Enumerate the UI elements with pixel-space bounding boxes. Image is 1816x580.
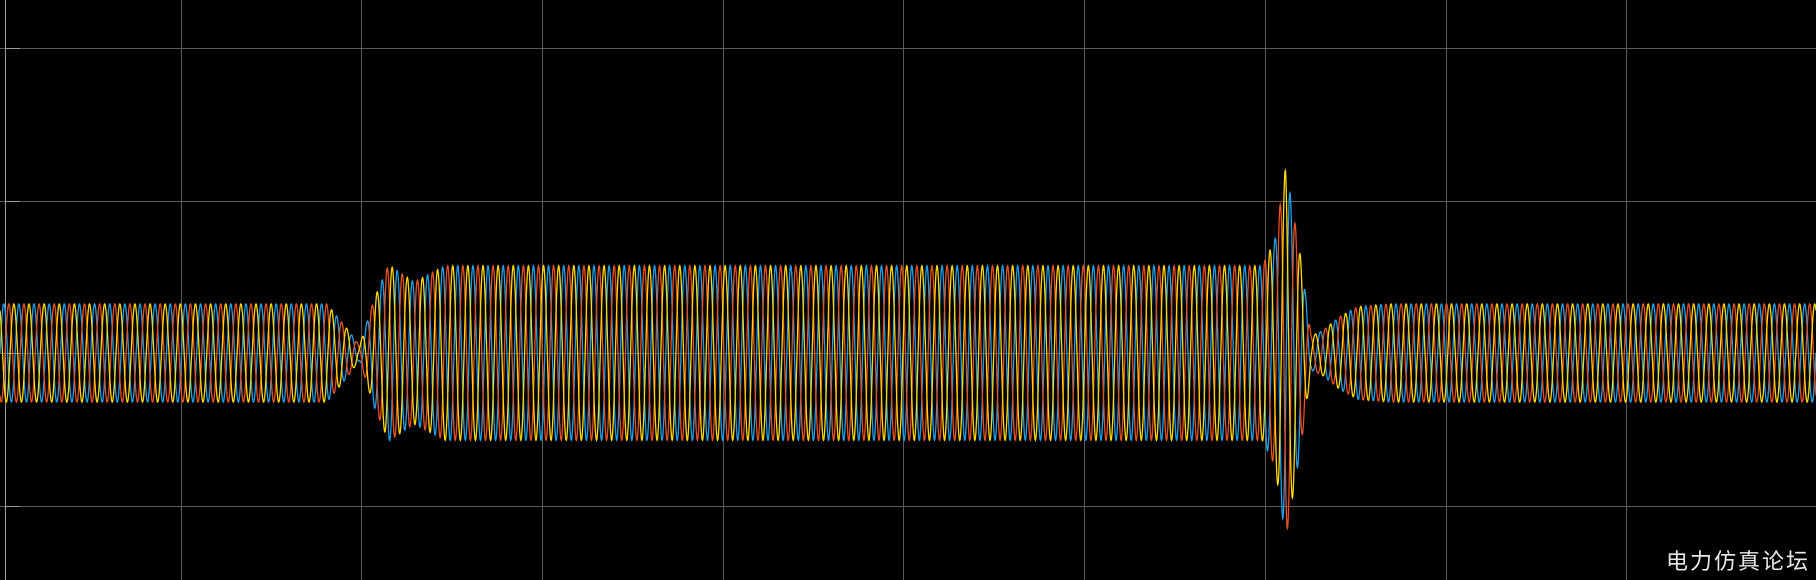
watermark-text: 电力仿真论坛 [1665,550,1810,575]
scope-plot [0,0,1816,580]
